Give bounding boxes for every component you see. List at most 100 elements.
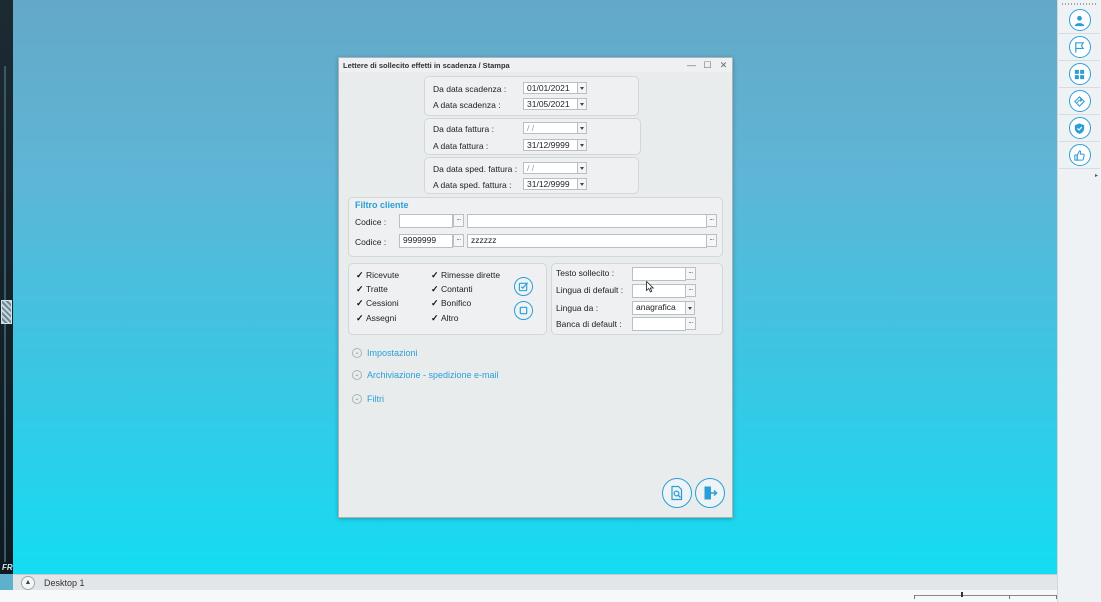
dialog-window: Lettere di sollecito effetti in scadenza… <box>338 57 733 518</box>
checkbox-mark: ✓ <box>356 284 364 294</box>
expander-filtri[interactable]: ⌄ Filtri <box>352 394 384 404</box>
lingua-da-dropdown[interactable] <box>685 301 695 315</box>
toolbar-grip <box>1062 3 1098 5</box>
checkbox-mark: ✓ <box>356 313 364 323</box>
codice-to-input[interactable]: 9999999 <box>399 234 453 248</box>
checkbox-label: Altro <box>441 313 459 323</box>
a-data-fattura-dropdown[interactable] <box>577 139 587 151</box>
filtro-cliente-title: Filtro cliente <box>355 200 409 210</box>
checkbox-label: Cessioni <box>366 298 399 308</box>
expander-label: Archiviazione - spedizione e-mail <box>367 370 499 380</box>
thumbs-up-icon <box>1074 149 1085 161</box>
lingua-default-input[interactable] <box>632 284 686 298</box>
da-data-scadenza-dropdown[interactable] <box>577 82 587 94</box>
checkbox-mark: ✓ <box>431 270 439 280</box>
a-data-scadenza-label: A data scadenza : <box>433 100 501 110</box>
banca-default-input[interactable] <box>632 317 686 331</box>
cliente-from-name-lookup-button[interactable]: ... <box>706 214 717 227</box>
toolbar-like-button[interactable] <box>1059 142 1100 169</box>
zoom-slider[interactable] <box>914 592 1057 599</box>
document-search-icon <box>671 485 683 501</box>
checkbox-label: Contanti <box>441 284 473 294</box>
checkbox-mark: ✓ <box>356 298 364 308</box>
toolbar-flag-button[interactable] <box>1059 34 1100 61</box>
a-data-sped-fattura-label: A data sped. fattura : <box>433 180 512 190</box>
cliente-from-name-input[interactable] <box>467 214 707 228</box>
codice-to-lookup-button[interactable]: ... <box>453 234 464 247</box>
lingua-default-lookup-button[interactable]: ... <box>685 284 696 297</box>
checkbox-mark: ✓ <box>431 313 439 323</box>
testo-sollecito-input[interactable] <box>632 267 686 281</box>
checkbox-bonifico[interactable]: ✓ Bonifico <box>431 298 471 308</box>
desktop-tab[interactable]: Desktop 1 <box>44 578 85 588</box>
left-panel-grip[interactable] <box>1 300 12 324</box>
checkbox-label: Rimesse dirette <box>441 270 501 280</box>
da-data-scadenza-label: Da data scadenza : <box>433 84 507 94</box>
left-panel-tag: FR <box>2 563 13 572</box>
toolbar-grid-button[interactable] <box>1059 61 1100 88</box>
da-data-fattura-label: Da data fattura : <box>433 124 494 134</box>
da-data-sped-fattura-label: Da data sped. fattura : <box>433 164 518 174</box>
codice-from-input[interactable] <box>399 214 453 228</box>
taskbar-up-button[interactable]: ▲ <box>21 575 35 590</box>
toolbar-share-button[interactable] <box>1059 88 1100 115</box>
checkbox-cessioni[interactable]: ✓ Cessioni <box>356 298 399 308</box>
checkbox-rimesse-dirette[interactable]: ✓ Rimesse dirette <box>431 270 500 280</box>
a-data-scadenza-dropdown[interactable] <box>577 98 587 110</box>
flag-icon <box>1075 41 1085 53</box>
checkbox-label: Ricevute <box>366 270 400 280</box>
lingua-da-select[interactable]: anagrafica <box>632 301 686 315</box>
mouse-cursor-icon <box>646 281 654 293</box>
close-button[interactable]: ✕ <box>719 60 728 70</box>
dialog-titlebar[interactable]: Lettere di sollecito effetti in scadenza… <box>339 58 732 72</box>
exit-door-icon <box>704 486 718 500</box>
select-all-button[interactable] <box>514 277 533 296</box>
checkbox-altro[interactable]: ✓ Altro <box>431 313 458 323</box>
banca-default-label: Banca di default : <box>556 319 622 329</box>
expand-chevron-icon: ⌄ <box>352 394 362 404</box>
toolbar-user-button[interactable] <box>1059 7 1100 34</box>
checkbox-label: Bonifico <box>441 298 472 308</box>
cliente-to-name-input[interactable]: zzzzzz <box>467 234 707 248</box>
checkbox-mark: ✓ <box>431 298 439 308</box>
codice-from-label: Codice : <box>355 217 387 227</box>
banca-default-lookup-button[interactable]: ... <box>685 317 696 330</box>
checkbox-tratte[interactable]: ✓ Tratte <box>356 284 388 294</box>
lingua-da-label: Lingua da : <box>556 303 599 313</box>
a-data-sped-fattura-dropdown[interactable] <box>577 178 587 190</box>
checkbox-label: Tratte <box>366 284 388 294</box>
scadenza-group: Da data scadenza : 01/01/2021 A data sca… <box>424 76 639 116</box>
expand-chevron-icon: ⌄ <box>352 348 362 358</box>
filtro-cliente-group: Filtro cliente Codice : ... ... Codice :… <box>348 197 723 257</box>
expander-impostazioni[interactable]: ⌄ Impostazioni <box>352 348 418 358</box>
expander-archiviazione[interactable]: ⌄ Archiviazione - spedizione e-mail <box>352 370 499 380</box>
codice-from-lookup-button[interactable]: ... <box>453 214 464 227</box>
testo-sollecito-lookup-button[interactable]: ... <box>685 267 696 280</box>
taskbar: ▲ Desktop 1 <box>13 574 1057 590</box>
a-data-fattura-label: A data fattura : <box>433 141 489 151</box>
checkbox-ricevute[interactable]: ✓ Ricevute <box>356 270 399 280</box>
cliente-to-name-lookup-button[interactable]: ... <box>706 234 717 247</box>
dialog-title: Lettere di sollecito effetti in scadenza… <box>343 60 510 70</box>
checkbox-contanti[interactable]: ✓ Contanti <box>431 284 473 294</box>
toolbar-expand-icon[interactable]: ▸ <box>1095 172 1098 179</box>
print-preview-button[interactable] <box>662 478 692 508</box>
deselect-all-button[interactable] <box>514 301 533 320</box>
toolbar-shield-button[interactable] <box>1059 115 1100 142</box>
codice-to-label: Codice : <box>355 237 387 247</box>
left-panel-strip: FR <box>0 0 13 574</box>
checkbox-mark: ✓ <box>356 270 364 280</box>
da-data-fattura-dropdown[interactable] <box>577 122 587 134</box>
fattura-group: Da data fattura : / / A data fattura : 3… <box>424 118 641 155</box>
sped-fattura-group: Da data sped. fattura : / / A data sped.… <box>424 157 639 194</box>
maximize-button[interactable]: ☐ <box>703 60 712 70</box>
expander-label: Filtri <box>367 394 384 404</box>
expander-label: Impostazioni <box>367 348 418 358</box>
minimize-button[interactable]: — <box>687 60 696 70</box>
user-icon <box>1074 15 1085 26</box>
checkbox-assegni[interactable]: ✓ Assegni <box>356 313 396 323</box>
exit-button[interactable] <box>695 478 725 508</box>
checkbox-mark: ✓ <box>431 284 439 294</box>
bottom-strip <box>0 590 1057 602</box>
da-data-sped-fattura-dropdown[interactable] <box>577 162 587 174</box>
